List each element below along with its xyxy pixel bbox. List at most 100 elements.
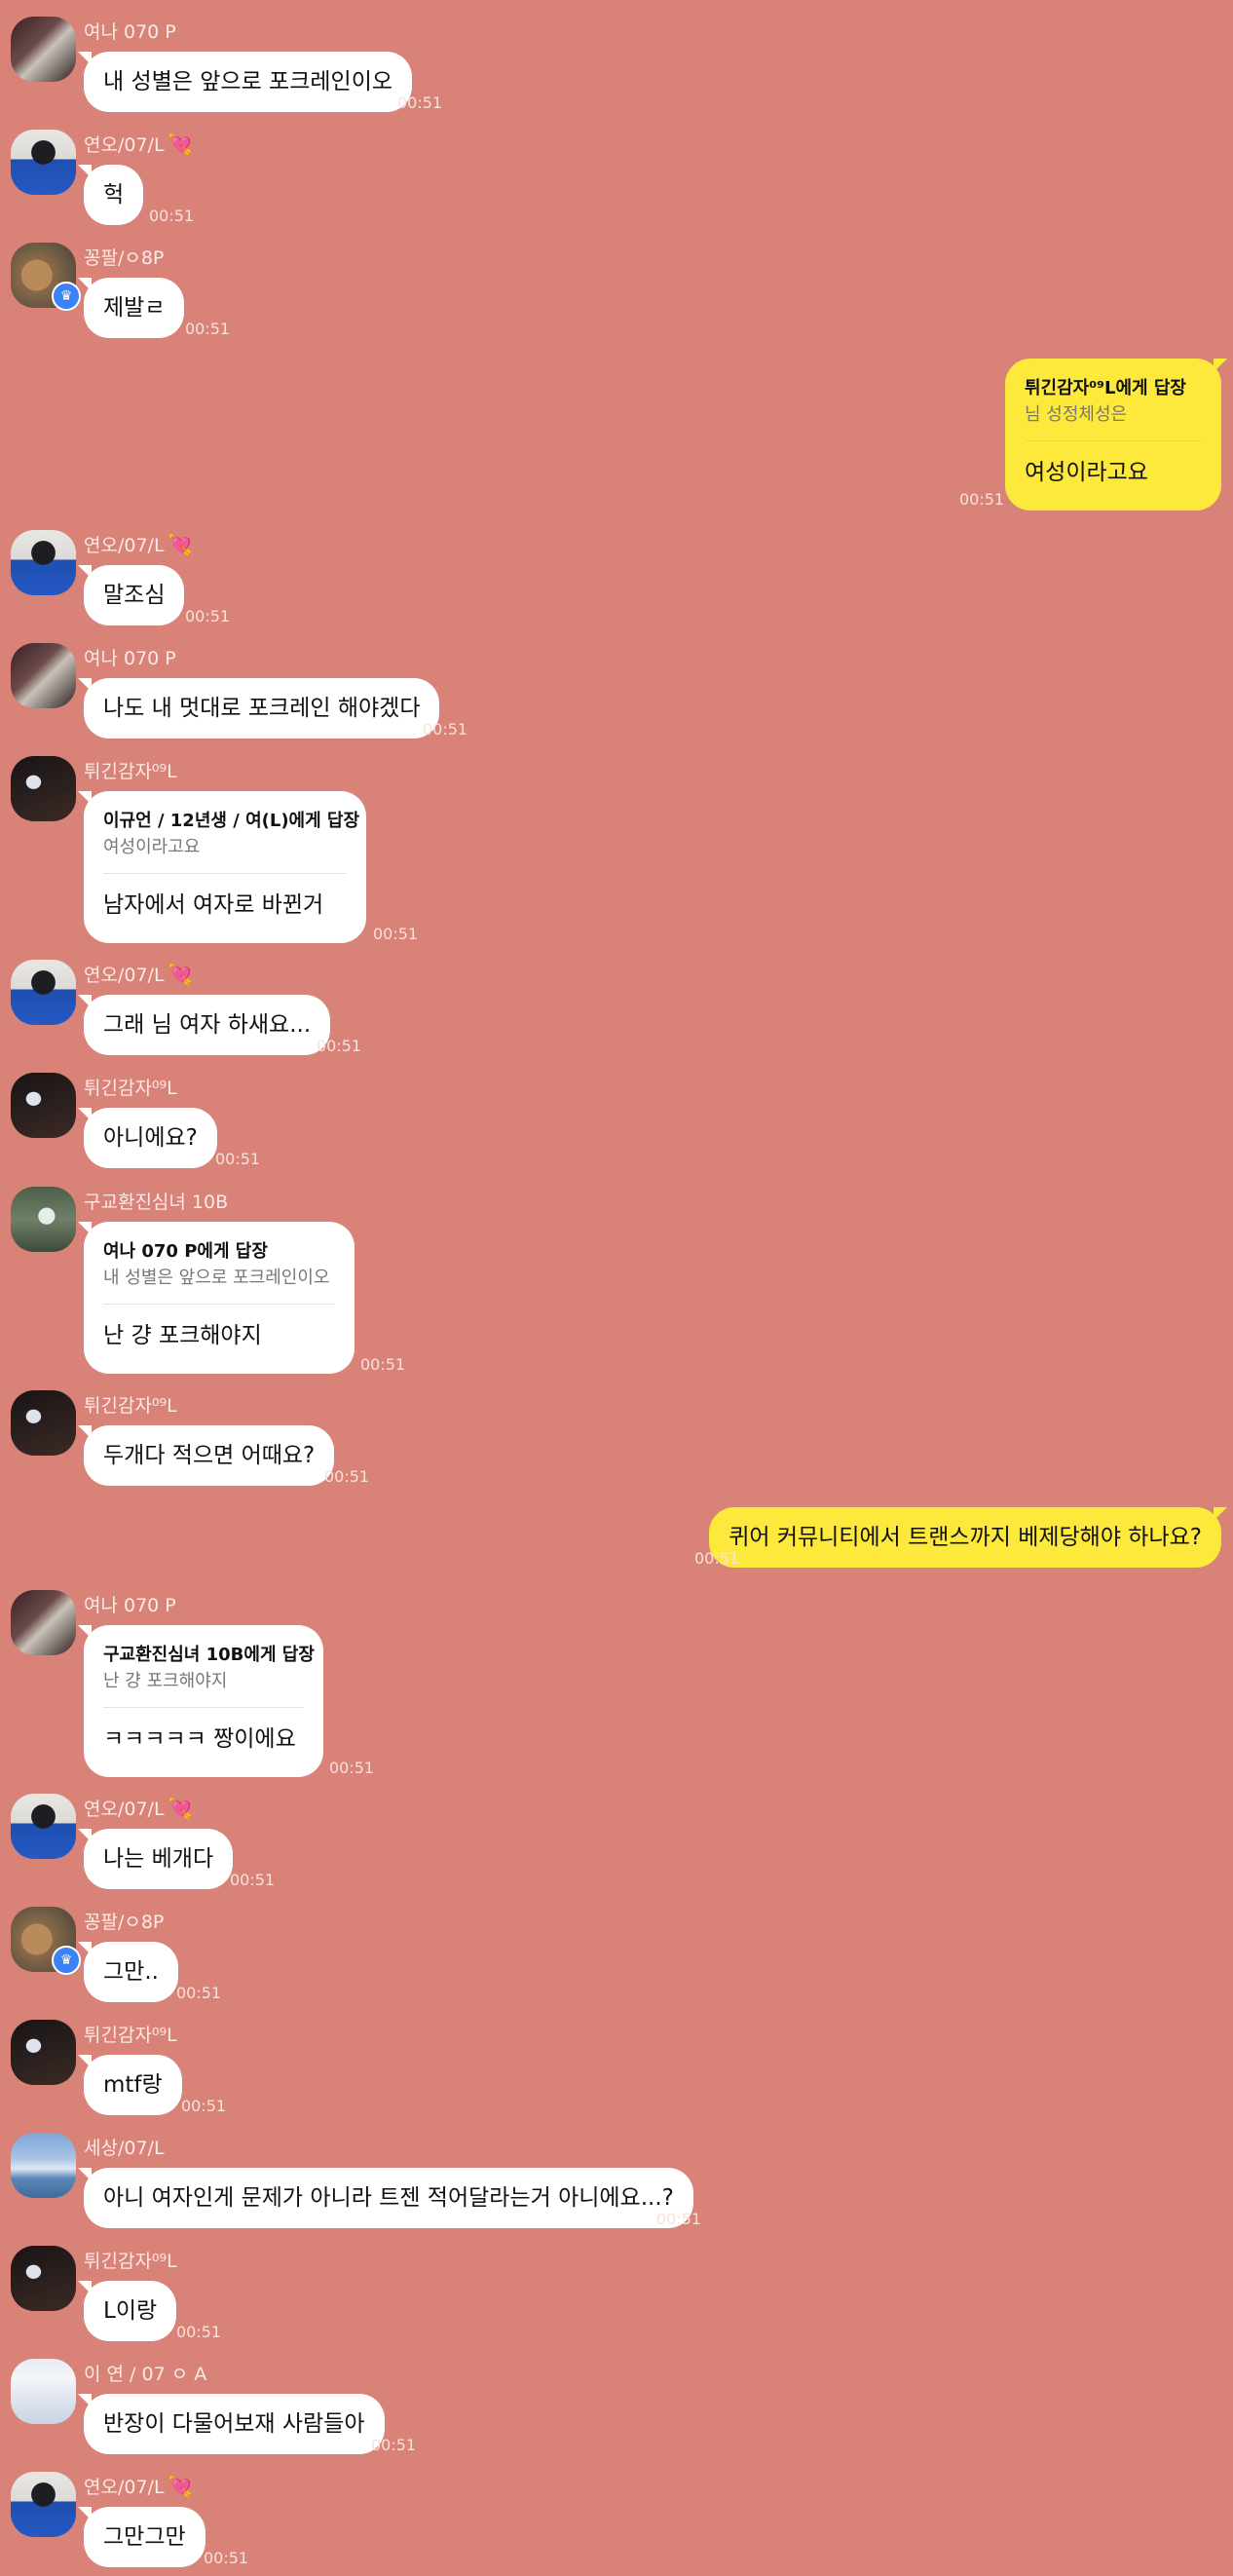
message-bubble[interactable]: 나도 내 멋대로 포크레인 해야겠다 [77,678,440,739]
sender-name: 연오/07/L 💘 [84,1797,193,1820]
reply-quote: 난 걍 포크해야지 [103,1671,228,1691]
message-text: 내 성별은 앞으로 포크레인이오 [103,69,393,95]
message-bubble[interactable]: 이규언 / 12년생 / 여(L)에게 답장 여성이라고요 남자에서 여자로 바… [78,791,366,943]
message-time: 00:51 [176,1984,222,2002]
message-bubble[interactable]: 말조심 [77,565,185,625]
sender-name: 구교환진심녀 10B [84,1192,229,1213]
sender-name: 연오/07/L 💘 [84,963,193,986]
message-bubble[interactable]: 내 성별은 앞으로 포크레인이오 [77,52,413,112]
avatar[interactable] [11,960,76,1025]
message-time: 00:51 [324,1467,370,1486]
message-text: 그만.. [103,1959,159,1985]
crown-icon: ♛ [52,282,81,311]
message-time: 00:51 [373,925,419,943]
message-bubble[interactable]: 반장이 다물어보재 사람들아 [78,2394,385,2454]
sender-name: 튀긴감자⁰⁹L [84,2251,177,2272]
message-text: 반장이 다물어보재 사람들아 [103,2411,365,2437]
message-text: 제발ㄹ [103,295,166,321]
sender-name: 여나 070 P [84,21,176,43]
message-text: ㅋㅋㅋㅋㅋ 짱이에요 [103,1726,296,1752]
message-bubble[interactable]: 아니에요? [78,1108,217,1168]
message-text: 그만그만 [103,2524,186,2550]
message-text: 나도 내 멋대로 포크레인 해야겠다 [103,696,421,721]
message-text: L이랑 [103,2298,158,2324]
message-bubble[interactable]: 그래 님 여자 하새요... [77,995,331,1055]
reply-divider [103,1707,304,1708]
heart-icon: 💘 [168,133,193,156]
avatar[interactable] [11,1187,76,1252]
message-bubble[interactable]: 두개다 적으면 어때요? [77,1425,335,1486]
message-bubble[interactable]: 퀴어 커뮤니티에서 트랜스까지 베제당해야 하나요? [709,1507,1227,1568]
message-time: 00:51 [204,2549,249,2567]
avatar[interactable] [11,2472,76,2537]
avatar[interactable]: ♛ [11,1907,81,1975]
heart-icon: 💘 [168,533,193,556]
message-bubble[interactable]: 헉 [77,165,144,225]
message-text: 남자에서 여자로 바뀐거 [103,892,324,918]
message-text: 그래 님 여자 하새요... [103,1012,312,1038]
avatar[interactable] [11,2359,76,2424]
avatar[interactable] [11,2020,76,2085]
reply-quote: 여성이라고요 [103,837,201,857]
avatar[interactable] [11,130,76,195]
reply-divider [103,1304,335,1305]
message-text: 퀴어 커뮤니티에서 트랜스까지 베제당해야 하나요? [729,1525,1202,1550]
reply-header: 튀긴감자⁰⁹L에게 답장 [1025,378,1186,398]
avatar[interactable] [11,1794,76,1859]
sender-name: 세상/07/L [84,2138,165,2159]
sender-name: 여나 070 P [84,1595,176,1616]
reply-header: 구교환진심녀 10B에게 답장 [103,1645,315,1665]
message-time: 00:51 [329,1759,375,1777]
message-bubble[interactable]: mtf랑 [78,2055,182,2115]
message-bubble[interactable]: 아니 여자인게 문제가 아니라 트젠 적어달라는거 아니에요...? [78,2168,693,2228]
avatar[interactable] [11,756,76,821]
message-bubble[interactable]: 나는 베개다 [77,1829,234,1889]
message-bubble[interactable]: L이랑 [77,2281,177,2341]
sender-name: 튀긴감자⁰⁹L [84,1395,177,1417]
message-bubble[interactable]: 튀긴감자⁰⁹L에게 답장 님 성정체성은 여성이라고요 [1005,359,1227,511]
message-text: 말조심 [103,583,166,608]
heart-icon: 💘 [168,963,193,986]
avatar[interactable] [11,530,76,595]
message-time: 00:51 [215,1150,261,1168]
message-bubble[interactable]: 그만.. [78,1942,178,2002]
avatar[interactable] [11,1390,76,1456]
avatar[interactable]: ♛ [11,243,81,311]
avatar[interactable] [11,643,76,708]
message-time: 00:51 [694,1549,740,1568]
message-time: 00:51 [423,720,468,739]
message-text: 여성이라고요 [1025,460,1148,485]
sender-name: 꽁팔/ㅇ8P [84,1912,165,1933]
message-time: 00:51 [149,207,195,225]
message-text: 아니에요? [103,1125,198,1151]
sender-name: 이 연 / 07 ㅇ A [84,2364,207,2385]
message-text: 나는 베개다 [103,1846,214,1872]
message-text: mtf랑 [103,2072,163,2098]
message-text: 헉 [103,182,125,208]
reply-quote: 님 성정체성은 [1025,404,1128,425]
message-time: 00:51 [185,320,231,338]
avatar[interactable] [11,1590,76,1655]
message-text: 난 걍 포크해야지 [103,1323,262,1348]
reply-header: 여나 070 P에게 답장 [103,1241,268,1262]
heart-icon: 💘 [168,1797,193,1820]
heart-icon: 💘 [168,2475,193,2498]
message-time: 00:51 [397,94,443,112]
avatar[interactable] [11,2133,76,2198]
reply-divider [103,873,347,874]
message-bubble[interactable]: 구교환진심녀 10B에게 답장 난 걍 포크해야지 ㅋㅋㅋㅋㅋ 짱이에요 [78,1625,323,1777]
message-time: 00:51 [176,2323,222,2341]
message-time: 00:51 [360,1355,406,1374]
message-bubble[interactable]: 그만그만 [78,2507,206,2567]
message-time: 00:51 [185,607,231,625]
reply-quote: 내 성별은 앞으로 포크레인이오 [103,1268,330,1288]
avatar[interactable] [11,17,76,82]
avatar[interactable] [11,2246,76,2311]
reply-divider [1025,440,1202,441]
message-text: 아니 여자인게 문제가 아니라 트젠 적어달라는거 아니에요...? [103,2185,674,2211]
message-bubble[interactable]: 여나 070 P에게 답장 내 성별은 앞으로 포크레인이오 난 걍 포크해야지 [78,1222,355,1374]
sender-name: 연오/07/L 💘 [84,533,193,556]
message-time: 00:51 [317,1037,362,1055]
avatar[interactable] [11,1073,76,1138]
message-bubble[interactable]: 제발ㄹ [77,278,185,338]
